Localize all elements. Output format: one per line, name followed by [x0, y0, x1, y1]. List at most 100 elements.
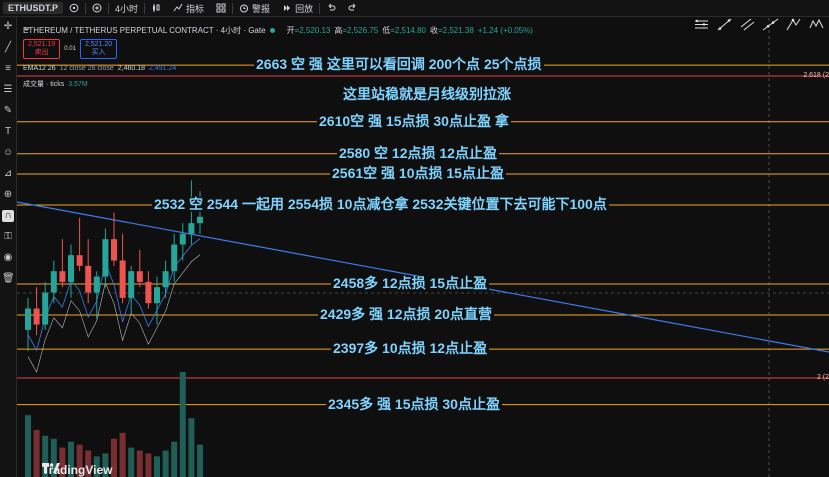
annotation-2397: 2397多 10点损 12点止盈	[331, 340, 490, 357]
ema-params: 12 close 26 close	[59, 65, 114, 72]
symbol-search-button[interactable]: ETHUSDT.P	[3, 2, 64, 14]
volume-bar	[119, 432, 126, 477]
alarm-clock-icon	[240, 4, 249, 13]
candle-body	[197, 216, 203, 224]
fib-axis-label-upper: 2.618 (2	[803, 72, 829, 79]
candle-body	[171, 244, 178, 272]
symbol-legend: ETHEREUM / TETHERUS PERPETUAL CONTRACT ·…	[23, 25, 533, 36]
replay-label: 回放	[295, 3, 314, 14]
volume-bar	[162, 450, 169, 477]
undo-icon[interactable]	[320, 0, 342, 17]
fib-retracement-icon[interactable]: ☰	[2, 84, 14, 96]
brush-icon[interactable]: ✎	[2, 105, 14, 117]
trash-icon[interactable]: 🗑	[2, 273, 15, 285]
candle-body	[145, 281, 152, 304]
patterns-icon[interactable]	[808, 16, 825, 33]
candle-body	[25, 308, 31, 330]
annotation-2345: 2345多 强 15点损 30点止盈	[326, 395, 502, 412]
drawing-sidebar: ✛ ╱ ≡ ☰ ✎ T ☺ ⊿ ⊕ ∩ ⚿ ◉ 🗑	[0, 17, 17, 477]
candle-body	[102, 239, 109, 277]
ema-legend[interactable]: EMA12 26 12 close 26 close 2,460.18 2,49…	[23, 65, 176, 72]
indicators-label: 指标	[186, 3, 205, 14]
volume-bar	[188, 418, 195, 477]
annotation-2429: 2429多 强 12点损 20点直营	[318, 305, 494, 322]
candle-body	[59, 271, 66, 282]
annotation-2610: 2610空 强 15点损 30点止盈 拿	[317, 112, 511, 129]
symbol-title: ETHEREUM / TETHERUS PERPETUAL CONTRACT ·…	[23, 26, 266, 35]
chart-pane[interactable]: ETHEREUM / TETHERUS PERPETUAL CONTRACT ·…	[17, 18, 829, 477]
indicators-button[interactable]: 指标	[167, 0, 210, 17]
candle-body	[136, 271, 143, 282]
candle-body	[33, 308, 40, 325]
annotation-2561: 2561空 强 10点损 15点止盈	[330, 165, 506, 182]
market-status-dot-icon	[269, 28, 275, 33]
annotation-2580: 2580 空 12点损 12点止盈	[337, 144, 499, 161]
ema-value-2: 2,491.24	[149, 65, 177, 72]
ohlc-low: 低=2,514.80	[382, 26, 426, 35]
candle-style-button[interactable]	[145, 0, 167, 17]
annotation-2650-note: 这里站稳就是月线级别拉涨	[341, 86, 513, 102]
candle-body	[119, 260, 126, 298]
collapse-chevron-icon[interactable]	[23, 25, 31, 33]
eye-icon[interactable]: ◉	[2, 252, 14, 264]
candle-body	[76, 255, 83, 266]
candle-body	[188, 223, 195, 234]
text-icon[interactable]: T	[2, 126, 14, 138]
volume-bar	[197, 444, 203, 477]
volume-bar	[154, 456, 160, 477]
candle-body	[50, 271, 57, 293]
volume-bar	[128, 447, 135, 477]
volume-legend[interactable]: 成交量 · ticks 3.57M	[23, 79, 88, 89]
candle-body	[93, 276, 100, 293]
lock-icon[interactable]: ⚿	[2, 231, 14, 243]
trend-line-tool-icon[interactable]	[716, 16, 733, 33]
alert-label: 警报	[252, 3, 271, 14]
volume-bar	[33, 429, 40, 477]
crosshair-icon[interactable]: ✛	[2, 21, 14, 33]
volume-label: 成交量 · ticks	[23, 81, 65, 88]
layout-templates-icon[interactable]	[210, 0, 232, 17]
add-symbol-icon[interactable]	[86, 0, 108, 17]
parallel-channel-icon[interactable]	[739, 16, 756, 33]
candle-body	[42, 292, 49, 325]
replay-icon	[284, 5, 291, 11]
drawing-tools-panel	[689, 13, 829, 35]
emoji-icon[interactable]: ☺	[2, 147, 14, 159]
ema-label: EMA12 26	[23, 65, 56, 72]
magnet-icon[interactable]: ∩	[2, 210, 14, 222]
ohlc-high: 高=2,526.75	[334, 26, 379, 35]
candle-body	[179, 233, 186, 245]
buy-button[interactable]: 2,521.20 买入	[79, 39, 118, 59]
fib-axis-label-lower: 2 (2	[816, 374, 829, 381]
sell-button[interactable]: 2,521.19 卖出	[23, 39, 61, 59]
horizontal-ray-icon[interactable]	[693, 16, 710, 33]
zoom-in-icon[interactable]: ⊕	[2, 189, 14, 201]
volume-bar	[171, 441, 178, 477]
trend-line-icon[interactable]: ╱	[2, 42, 14, 54]
candle-body	[154, 287, 160, 304]
tradingview-watermark: TradingView	[42, 463, 112, 477]
volume-bar	[179, 372, 186, 477]
interval-button[interactable]: 4小时	[109, 0, 144, 17]
annotation-2532: 2532 空 2544 一起用 2554损 10点减仓拿 2532关键位置下去可…	[152, 196, 609, 212]
replay-button[interactable]: 回放	[276, 0, 319, 17]
candle-body	[162, 271, 169, 288]
indicators-icon	[173, 3, 183, 12]
redo-icon[interactable]	[342, 0, 364, 17]
candle-body	[111, 239, 117, 261]
ohlc-change: +1.24 (+0.05%)	[477, 26, 533, 35]
trade-buttons: 2,521.19 卖出 0.01 2,521.20 买入	[23, 39, 118, 59]
alert-button[interactable]: 警报	[233, 0, 276, 17]
tradingview-logo-icon	[42, 463, 60, 473]
extended-line-icon[interactable]	[762, 16, 779, 33]
candle-body	[68, 255, 74, 282]
candle-body	[85, 265, 92, 293]
pitchfork-icon[interactable]	[785, 16, 802, 33]
ohlc-close: 收=2,521.38	[430, 26, 474, 35]
horizontal-line-icon[interactable]: ≡	[2, 63, 14, 75]
volume-bar	[25, 415, 31, 477]
ruler-icon[interactable]: ⊿	[2, 168, 14, 180]
compare-icon[interactable]	[63, 0, 85, 17]
ohlc-open: 开=2,520.13	[286, 26, 331, 35]
annotation-2663: 2663 空 强 这里可以看回调 200个点 25个点损	[254, 56, 544, 73]
